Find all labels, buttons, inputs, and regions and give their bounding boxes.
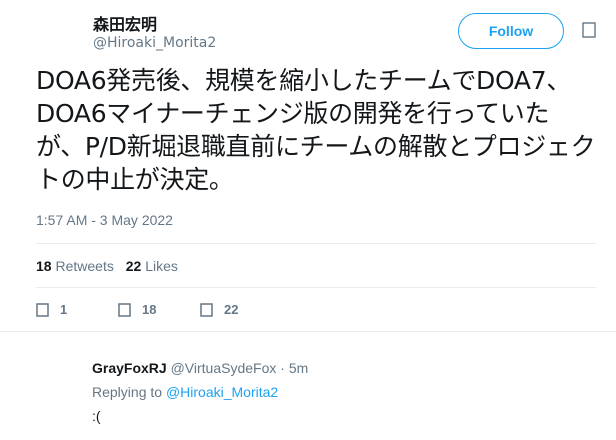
likes-count: 22 <box>125 258 142 274</box>
reply-time[interactable]: 5m <box>289 360 308 376</box>
tweet-author-name[interactable]: 森田宏明 <box>93 11 157 35</box>
chevron-down-icon[interactable] <box>582 22 596 38</box>
tweet-text: DOA6発売後、規模を縮小したチームでDOA7、DOA6マイナーチェンジ版の開発… <box>36 66 596 194</box>
reply-action[interactable]: 1 <box>36 302 67 317</box>
reply-author-handle[interactable]: @VirtuaSydeFox <box>171 360 277 376</box>
heart-icon <box>200 302 213 317</box>
likes-label: Likes <box>145 258 178 274</box>
retweets-stat[interactable]: 18 Retweets <box>36 258 114 274</box>
reply-separator: · <box>280 360 285 376</box>
retweet-action[interactable]: 18 <box>118 302 156 317</box>
retweets-label: Retweets <box>55 258 114 274</box>
follow-button[interactable]: Follow <box>458 13 564 49</box>
retweet-icon <box>118 302 131 317</box>
replying-to-handle[interactable]: @Hiroaki_Morita2 <box>166 384 278 400</box>
reply-count: 1 <box>60 302 68 317</box>
tweet-timestamp[interactable]: 1:57 AM - 3 May 2022 <box>36 212 173 228</box>
tweet-author-handle[interactable]: @Hiroaki_Morita2 <box>93 35 216 51</box>
replying-to-label: Replying to <box>92 384 163 400</box>
reply-icon <box>36 302 49 317</box>
tweet-stats: 18 Retweets 22 Likes <box>36 258 186 274</box>
divider <box>0 331 616 332</box>
divider <box>36 243 596 244</box>
retweet-count: 18 <box>142 302 157 317</box>
likes-stat[interactable]: 22 Likes <box>126 258 178 274</box>
divider <box>36 287 596 288</box>
like-count: 22 <box>224 302 239 317</box>
reply-header: GrayFoxRJ @VirtuaSydeFox · 5m <box>92 360 592 376</box>
reply-author-name[interactable]: GrayFoxRJ <box>92 360 167 376</box>
retweets-count: 18 <box>36 258 52 274</box>
reply-tweet[interactable]: GrayFoxRJ @VirtuaSydeFox · 5m Replying t… <box>92 360 592 424</box>
like-action[interactable]: 22 <box>200 302 238 317</box>
tweet-actions: 1 18 22 <box>36 302 596 322</box>
replying-to: Replying to @Hiroaki_Morita2 <box>92 384 592 400</box>
reply-text: :( <box>92 408 101 424</box>
